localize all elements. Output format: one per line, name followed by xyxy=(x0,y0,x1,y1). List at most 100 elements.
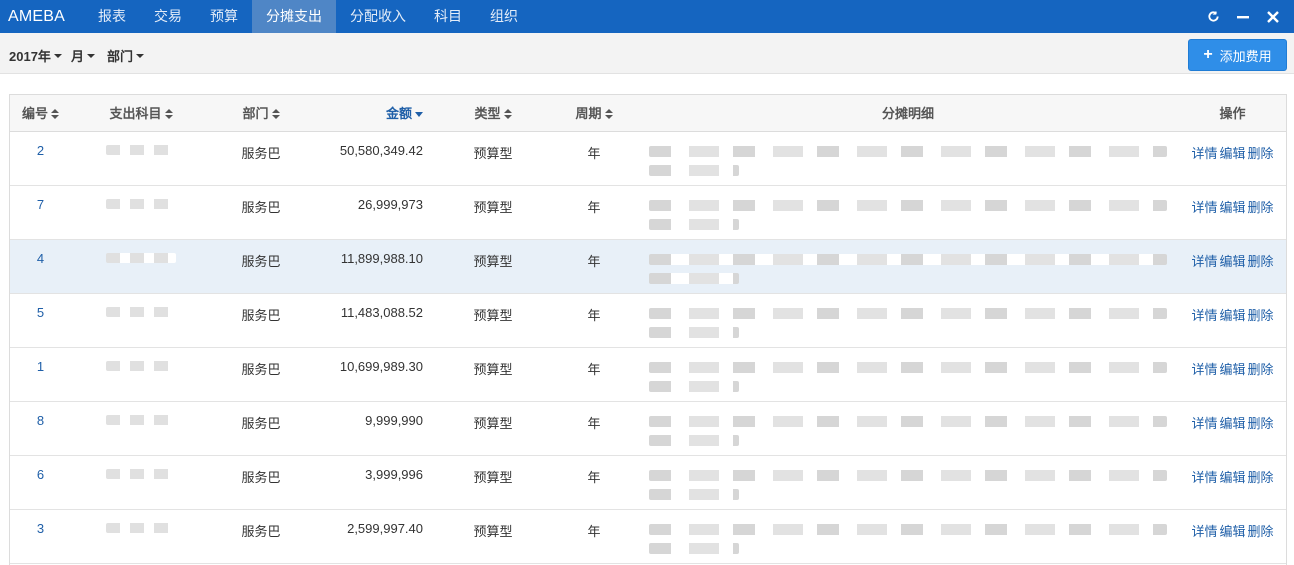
sort-icon xyxy=(164,109,173,120)
cell-id[interactable]: 2 xyxy=(10,131,71,186)
redacted-detail-line xyxy=(649,469,1167,481)
plus-icon: + xyxy=(1203,46,1213,63)
refresh-icon[interactable] xyxy=(1198,0,1228,33)
cell-subject xyxy=(71,185,211,240)
nav-item-organization[interactable]: 组织 xyxy=(476,0,532,33)
edit-link[interactable]: 编辑 xyxy=(1219,416,1245,431)
cell-period: 年 xyxy=(551,131,637,186)
header-subject[interactable]: 支出科目 xyxy=(71,95,211,132)
cell-type: 预算型 xyxy=(435,131,551,186)
cell-allocation-detail xyxy=(637,239,1179,294)
cell-ops: 详情 编辑 删除 xyxy=(1179,509,1286,564)
delete-link[interactable]: 删除 xyxy=(1248,524,1274,539)
redacted-detail-line xyxy=(649,199,1167,211)
nav-item-transactions[interactable]: 交易 xyxy=(140,0,196,33)
redacted-detail-line xyxy=(649,253,1167,265)
cell-allocation-detail xyxy=(637,131,1179,186)
header-id-label: 编号 xyxy=(21,106,48,122)
cell-allocation-detail xyxy=(637,455,1179,510)
edit-link[interactable]: 编辑 xyxy=(1219,200,1245,215)
cell-id[interactable]: 4 xyxy=(10,239,71,294)
delete-link[interactable]: 删除 xyxy=(1248,308,1274,323)
department-dropdown[interactable]: 部门 xyxy=(107,46,145,65)
month-dropdown-label: 月 xyxy=(71,49,85,64)
header-type[interactable]: 类型 xyxy=(435,95,551,132)
sort-icon xyxy=(604,109,613,120)
header-amount[interactable]: 金额 xyxy=(311,95,435,132)
close-icon[interactable] xyxy=(1258,0,1288,33)
cell-id[interactable]: 7 xyxy=(10,185,71,240)
cell-amount: 26,999,973 xyxy=(311,185,435,240)
nav-item-accounts[interactable]: 科目 xyxy=(420,0,476,33)
minimize-icon[interactable] xyxy=(1228,0,1258,33)
nav-item-reports[interactable]: 报表 xyxy=(84,0,140,33)
detail-link[interactable]: 详情 xyxy=(1191,416,1217,431)
cell-ops: 详情 编辑 删除 xyxy=(1179,347,1286,402)
redacted-detail-line xyxy=(649,415,1167,427)
cell-subject xyxy=(71,293,211,348)
brand-logo[interactable]: AMEBA xyxy=(0,0,84,33)
edit-link[interactable]: 编辑 xyxy=(1219,470,1245,485)
cell-period: 年 xyxy=(551,293,637,348)
redacted-detail-line xyxy=(649,307,1167,319)
filter-bar: 2017年 月 部门 + 添加费用 xyxy=(0,33,1294,74)
redacted-detail-line xyxy=(649,361,1167,373)
nav-item-budget[interactable]: 预算 xyxy=(196,0,252,33)
redacted-detail-line xyxy=(649,523,1167,535)
cell-subject xyxy=(71,455,211,510)
edit-link[interactable]: 编辑 xyxy=(1219,254,1245,269)
header-period[interactable]: 周期 xyxy=(551,95,637,132)
delete-link[interactable]: 删除 xyxy=(1248,254,1274,269)
detail-link[interactable]: 详情 xyxy=(1191,308,1217,323)
header-id[interactable]: 编号 xyxy=(10,95,71,132)
header-department[interactable]: 部门 xyxy=(211,95,311,132)
add-expense-button[interactable]: + 添加费用 xyxy=(1188,39,1287,71)
cell-id[interactable]: 3 xyxy=(10,509,71,564)
year-dropdown[interactable]: 2017年 xyxy=(9,46,62,65)
cell-ops: 详情 编辑 删除 xyxy=(1179,293,1286,348)
table-row[interactable]: 7 服务巴 26,999,973 预算型年 详情 编辑 删除 xyxy=(10,185,1286,240)
cell-department: 服务巴 xyxy=(211,509,311,564)
redacted-detail-line xyxy=(649,488,739,500)
nav-item-allocated-expense[interactable]: 分摊支出 xyxy=(252,0,336,33)
delete-link[interactable]: 删除 xyxy=(1248,362,1274,377)
nav-item-allocated-income[interactable]: 分配收入 xyxy=(336,0,420,33)
table-row[interactable]: 4 服务巴 11,899,988.10 预算型年 详情 编辑 删除 xyxy=(10,239,1286,294)
cell-id[interactable]: 5 xyxy=(10,293,71,348)
redacted-detail-line xyxy=(649,434,739,446)
delete-link[interactable]: 删除 xyxy=(1248,470,1274,485)
table-row[interactable]: 3 服务巴 2,599,997.40 预算型年 详情 编辑 删除 xyxy=(10,509,1286,564)
cell-department: 服务巴 xyxy=(211,131,311,186)
cell-type: 预算型 xyxy=(435,293,551,348)
table-row[interactable]: 5 服务巴 11,483,088.52 预算型年 详情 编辑 删除 xyxy=(10,293,1286,348)
cell-ops: 详情 编辑 删除 xyxy=(1179,401,1286,456)
edit-link[interactable]: 编辑 xyxy=(1219,362,1245,377)
delete-link[interactable]: 删除 xyxy=(1248,146,1274,161)
sort-icon xyxy=(503,109,512,120)
table-row[interactable]: 6 服务巴 3,999,996 预算型年 详情 编辑 删除 xyxy=(10,455,1286,510)
header-type-label: 类型 xyxy=(474,106,501,122)
edit-link[interactable]: 编辑 xyxy=(1219,146,1245,161)
edit-link[interactable]: 编辑 xyxy=(1219,524,1245,539)
table-row[interactable]: 1 服务巴 10,699,989.30 预算型年 详情 编辑 删除 xyxy=(10,347,1286,402)
cell-subject xyxy=(71,401,211,456)
detail-link[interactable]: 详情 xyxy=(1191,470,1217,485)
month-dropdown[interactable]: 月 xyxy=(71,46,96,65)
detail-link[interactable]: 详情 xyxy=(1191,146,1217,161)
detail-link[interactable]: 详情 xyxy=(1191,524,1217,539)
edit-link[interactable]: 编辑 xyxy=(1219,308,1245,323)
detail-link[interactable]: 详情 xyxy=(1191,200,1217,215)
header-detail: 分摊明细 xyxy=(637,95,1179,132)
add-expense-label: 添加费用 xyxy=(1219,48,1272,64)
delete-link[interactable]: 删除 xyxy=(1248,416,1274,431)
cell-id[interactable]: 8 xyxy=(10,401,71,456)
table-row[interactable]: 8 服务巴 9,999,990 预算型年 详情 编辑 删除 xyxy=(10,401,1286,456)
table-row[interactable]: 2 服务巴 50,580,349.42 预算型年 详情 编辑 删除 xyxy=(10,131,1286,186)
cell-type: 预算型 xyxy=(435,185,551,240)
delete-link[interactable]: 删除 xyxy=(1248,200,1274,215)
redacted-subject xyxy=(106,306,176,317)
cell-id[interactable]: 6 xyxy=(10,455,71,510)
cell-id[interactable]: 1 xyxy=(10,347,71,402)
detail-link[interactable]: 详情 xyxy=(1191,254,1217,269)
detail-link[interactable]: 详情 xyxy=(1191,362,1217,377)
